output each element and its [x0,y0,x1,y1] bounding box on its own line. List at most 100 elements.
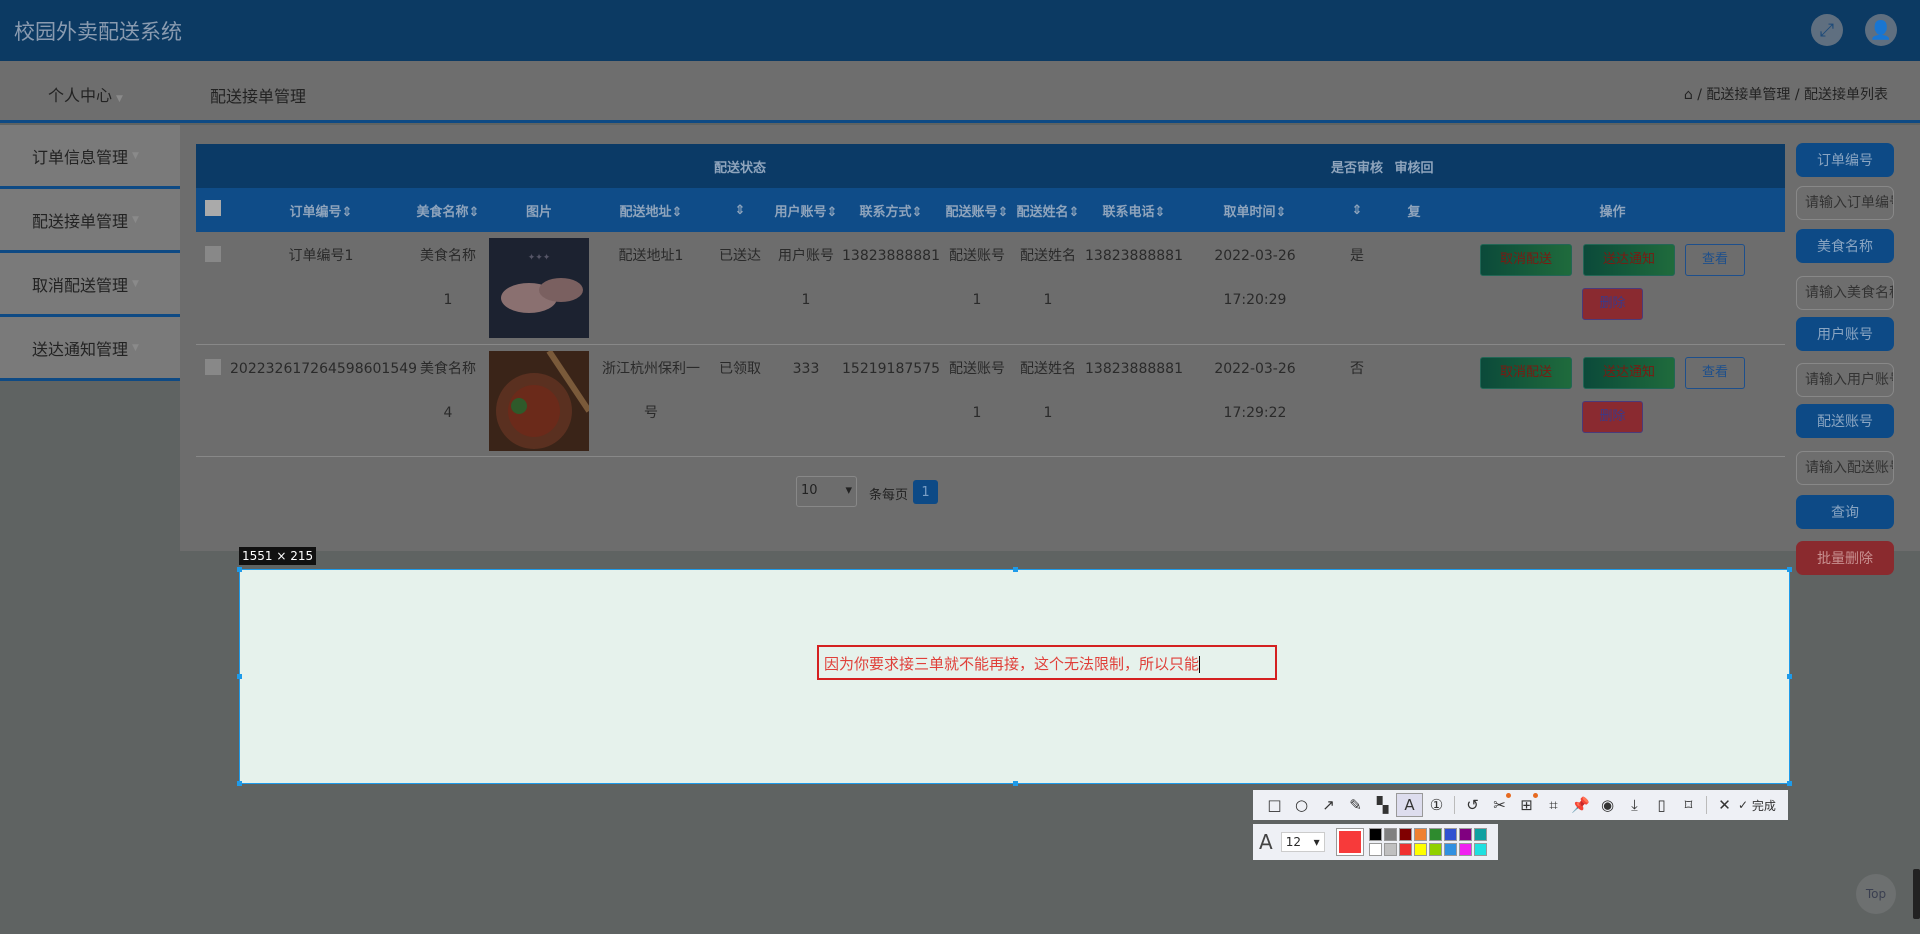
undo-icon[interactable]: ↺ [1459,793,1486,817]
cell-phone: 13823888881 [1084,344,1184,457]
caret-down-icon: ▼ [116,94,123,104]
breadcrumb-item[interactable]: 配送接单管理 [1706,87,1790,103]
column-header[interactable]: 配送地址⇕ [594,188,708,232]
column-header[interactable]: 用户账号⇕ [772,188,840,232]
cell-contact: 13823888881 [840,232,942,345]
resize-handle[interactable] [1013,781,1018,786]
color-swatch[interactable] [1428,843,1442,856]
close-icon[interactable]: ✕ [1711,793,1738,817]
column-header[interactable]: 订单编号⇕ [230,188,412,232]
select-all-checkbox[interactable] [205,200,221,216]
rider-account-label: 配送账号 [1796,404,1894,438]
back-to-top-button[interactable]: Top [1856,874,1896,914]
pen-tool-icon[interactable]: ✎ [1342,793,1369,817]
text-tool-icon[interactable]: A [1396,793,1423,817]
column-header[interactable]: 配送姓名⇕ [1012,188,1084,232]
capture-toolbar: □ ○ ↗ ✎ ▚ A ① ↺ ✂ ⊞ ⌗ 📌 ◉ ⤓ ▯ ⌑ ✕ ✓ 完成 [1253,790,1788,820]
arrow-tool-icon[interactable]: ↗ [1315,793,1342,817]
column-header: 操作 [1440,188,1785,232]
resize-handle[interactable] [237,781,242,786]
resize-handle[interactable] [237,674,242,679]
rider-account-input[interactable]: 请输入配送账号 [1796,451,1894,485]
column-header-status-sort[interactable]: ⇕ [708,188,772,232]
resize-handle[interactable] [1787,674,1792,679]
color-swatch[interactable] [1458,828,1472,841]
column-header[interactable]: 联系电话⇕ [1084,188,1184,232]
group-header-reviewed: 是否审核 [1326,144,1388,188]
user-account-input[interactable]: 请输入用户账号 [1796,363,1894,397]
color-swatch[interactable] [1413,843,1427,856]
row-checkbox[interactable] [205,358,221,375]
group-header-reply: 审核回 [1388,144,1440,188]
page-1-button[interactable]: 1 [913,480,938,504]
done-button[interactable]: ✓ 完成 [1738,793,1776,817]
color-swatch[interactable] [1458,843,1472,856]
order-no-input[interactable]: 请输入订单编号 [1796,186,1894,220]
color-swatch[interactable] [1443,843,1457,856]
delivery-notice-button[interactable]: 送达通知 [1583,244,1675,276]
annotation-text-input[interactable]: 因为你要求接三单就不能再接，这个无法限制，所以只能 [817,645,1277,680]
bookmark-icon[interactable]: ⌑ [1675,793,1702,817]
record-icon[interactable]: ◉ [1594,793,1621,817]
view-button[interactable]: 查看 [1685,356,1745,389]
personal-center-menu[interactable]: 个人中心 ▼ [48,82,123,106]
cell-time: 2022-03-26 17:29:22 [1184,344,1326,457]
column-header[interactable]: 联系方式⇕ [840,188,942,232]
home-icon[interactable]: ⌂ [1684,87,1693,103]
color-swatch[interactable] [1368,828,1382,841]
row-checkbox[interactable] [205,246,221,262]
sidebar-item-delivery-notice[interactable]: 送达通知管理 ▼ [0,317,180,381]
page-size-select[interactable]: 10 ▾ [796,476,857,507]
column-header-reviewed-sort[interactable]: ⇕ [1326,188,1388,232]
delete-button[interactable]: 删除 [1582,400,1643,433]
phone-icon[interactable]: ▯ [1648,793,1675,817]
resize-handle[interactable] [1787,781,1792,786]
mosaic-tool-icon[interactable]: ▚ [1369,793,1396,817]
number-tool-icon[interactable]: ① [1423,793,1450,817]
resize-handle[interactable] [1787,567,1792,572]
color-swatch[interactable] [1473,828,1487,841]
resize-handle[interactable] [1013,567,1018,572]
cell-rider-name: 配送姓名 1 [1012,344,1084,457]
cell-user: 用户账号 1 [772,232,840,345]
delivery-notice-button[interactable]: 送达通知 [1583,356,1675,389]
current-color-swatch[interactable] [1335,828,1364,856]
translate-icon[interactable]: ⊞ [1513,793,1540,817]
cell-actions: 取消配送 送达通知 查看 删除 [1440,232,1785,345]
sidebar-item-order-info[interactable]: 订单信息管理 ▼ [0,125,180,189]
delete-button[interactable]: 删除 [1582,288,1643,320]
color-swatch[interactable] [1383,828,1397,841]
download-icon[interactable]: ⤓ [1621,793,1648,817]
column-header[interactable]: 配送账号⇕ [942,188,1012,232]
view-button[interactable]: 查看 [1685,244,1745,276]
ocr-icon[interactable]: ⌗ [1540,793,1567,817]
color-swatch[interactable] [1413,828,1427,841]
color-swatch[interactable] [1368,843,1382,856]
query-button[interactable]: 查询 [1796,495,1894,529]
pin-icon[interactable]: 📌 [1567,793,1594,817]
user-avatar-icon[interactable]: 👤 [1865,14,1897,46]
cancel-delivery-button[interactable]: 取消配送 [1480,244,1572,276]
scissors-icon[interactable]: ✂ [1486,793,1513,817]
cancel-delivery-button[interactable]: 取消配送 [1480,356,1572,389]
color-swatch[interactable] [1428,828,1442,841]
color-swatch[interactable] [1383,843,1397,856]
fullscreen-expand-icon[interactable]: ⤢ [1811,14,1843,46]
ellipse-tool-icon[interactable]: ○ [1288,793,1315,817]
color-swatch[interactable] [1443,828,1457,841]
batch-delete-button[interactable]: 批量删除 [1796,541,1894,575]
column-header[interactable]: 美食名称⇕ [412,188,484,232]
column-header[interactable]: 取单时间⇕ [1184,188,1326,232]
color-swatch[interactable] [1473,843,1487,856]
color-swatch[interactable] [1398,843,1412,856]
sidebar-item-delivery-orders[interactable]: 配送接单管理 ▼ [0,189,180,253]
font-size-select[interactable]: 12 ▾ [1280,832,1325,852]
resize-handle[interactable] [237,567,242,572]
scrollbar[interactable] [1913,869,1920,919]
rectangle-tool-icon[interactable]: □ [1261,793,1288,817]
color-swatch[interactable] [1398,828,1412,841]
food-name-input[interactable]: 请输入美食名称 [1796,276,1894,310]
cell-actions: 取消配送 送达通知 查看 删除 [1440,344,1785,457]
cell-user: 333 [772,344,840,457]
sidebar-item-cancel-delivery[interactable]: 取消配送管理 ▼ [0,253,180,317]
